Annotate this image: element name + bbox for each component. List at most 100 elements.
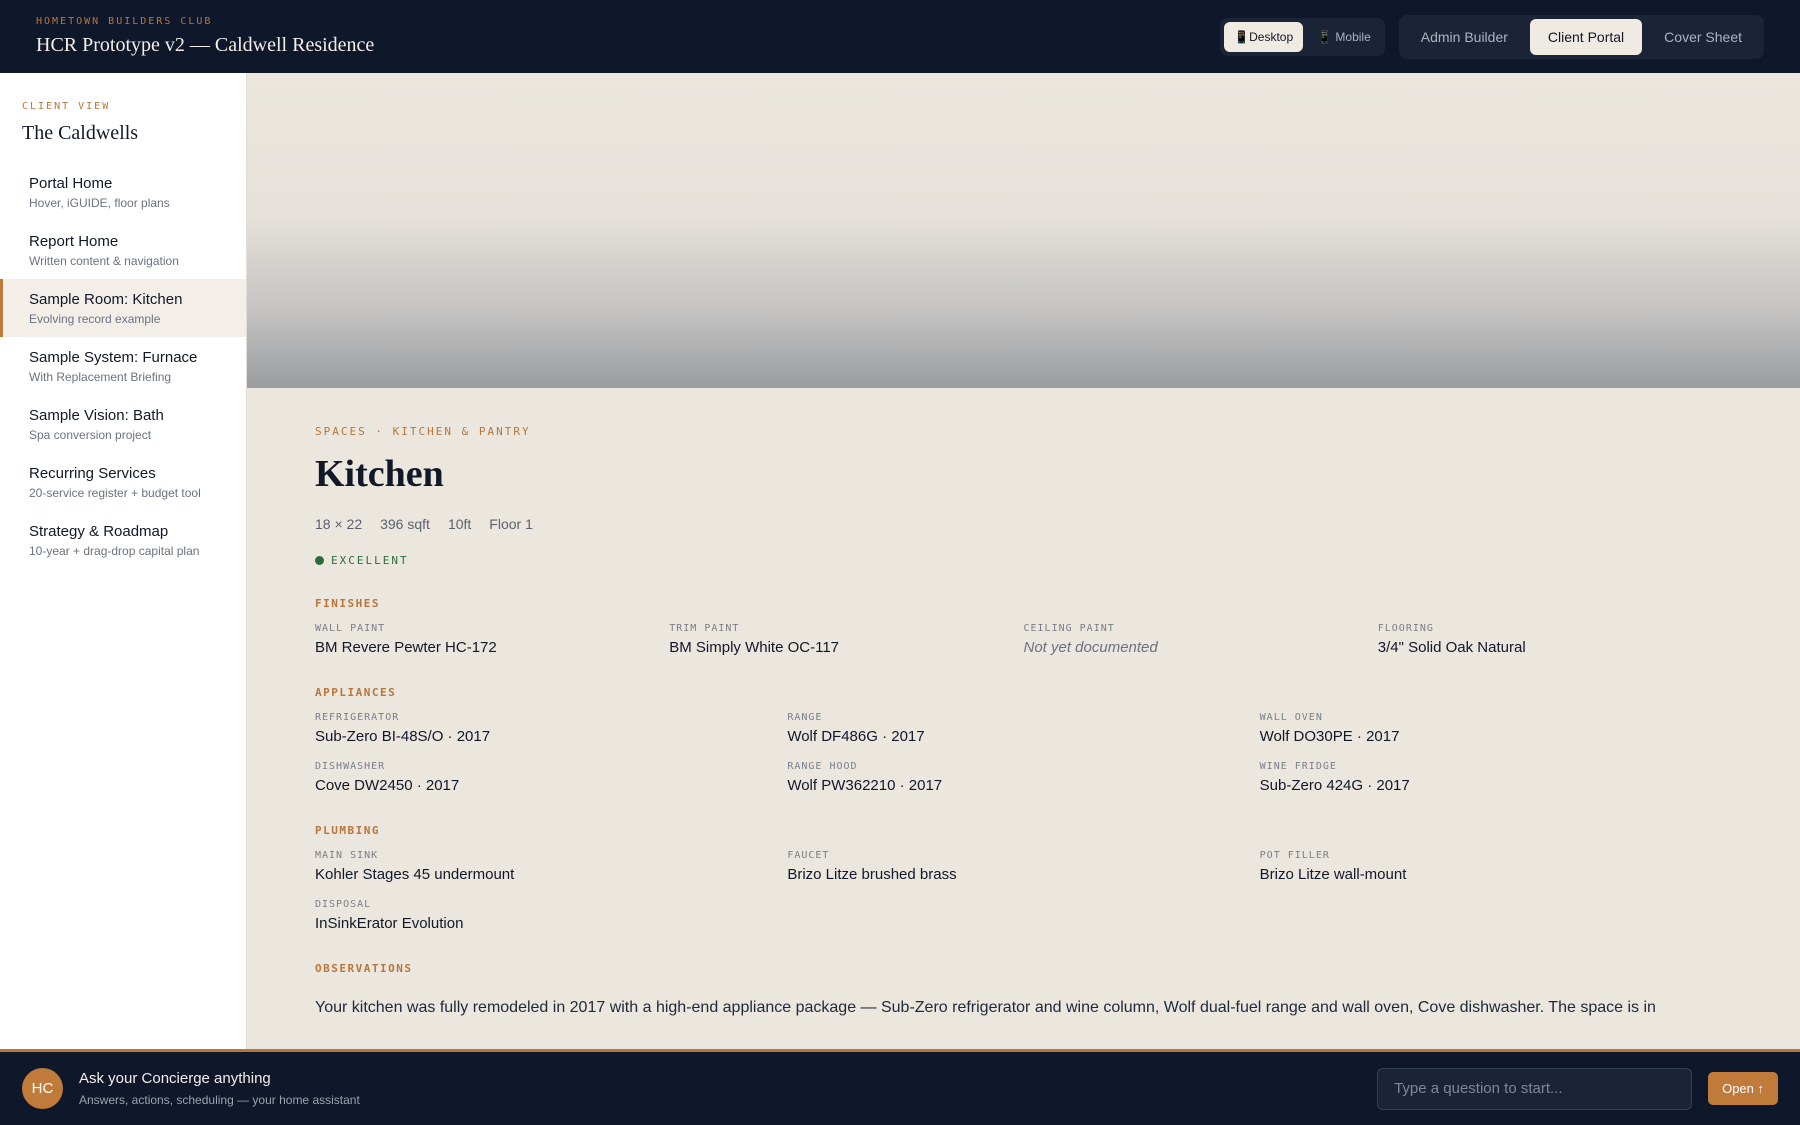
field-label: WALL PAINT bbox=[315, 623, 386, 634]
room-floor: Floor 1 bbox=[489, 516, 533, 532]
sidebar-kicker: CLIENT VIEW bbox=[22, 101, 111, 112]
field-value: Sub-Zero 424G · 2017 bbox=[1259, 777, 1410, 794]
sidebar-item-subtitle: Evolving record example bbox=[29, 312, 161, 326]
sidebar-item-title: Report Home bbox=[29, 233, 119, 250]
mobile-toggle-button[interactable]: 📱 Mobile bbox=[1307, 22, 1381, 52]
field-value: Sub-Zero BI-48S/O · 2017 bbox=[315, 728, 491, 745]
field-label: WALL OVEN bbox=[1259, 712, 1323, 723]
field-pot-filler: POT FILLER Brizo Litze wall-mount bbox=[1260, 850, 1732, 883]
top-controls: 📱Desktop 📱 Mobile Admin Builder Client P… bbox=[1220, 14, 1764, 59]
brand: HOMETOWN BUILDERS CLUB HCR Prototype v2 … bbox=[36, 16, 374, 57]
field-label: CEILING PAINT bbox=[1023, 623, 1115, 634]
view-tabs: Admin Builder Client Portal Cover Sheet bbox=[1398, 14, 1764, 59]
field-value: Kohler Stages 45 undermount bbox=[315, 866, 515, 883]
sidebar-item-furnace[interactable]: Sample System: Furnace With Replacement … bbox=[0, 337, 246, 395]
field-value: Wolf DO30PE · 2017 bbox=[1259, 728, 1400, 745]
field-flooring: FLOORING 3/4" Solid Oak Natural bbox=[1378, 623, 1732, 656]
sidebar-item-title: Strategy & Roadmap bbox=[29, 523, 169, 540]
field-value: Wolf DF486G · 2017 bbox=[787, 728, 925, 745]
main-content: SPACES · KITCHEN & PANTRY Kitchen 18 × 2… bbox=[247, 73, 1800, 1049]
client-name: The Caldwells bbox=[22, 122, 139, 144]
field-value: Wolf PW362210 · 2017 bbox=[787, 777, 943, 794]
field-label: POT FILLER bbox=[1259, 850, 1330, 861]
room-ceiling-height: 10ft bbox=[447, 516, 472, 532]
field-dishwasher: DISHWASHER Cove DW2450 · 2017 bbox=[315, 761, 787, 794]
field-value: Brizo Litze brushed brass bbox=[787, 866, 957, 883]
observations-text: Your kitchen was fully remodeled in 2017… bbox=[315, 999, 1656, 1016]
field-refrigerator: REFRIGERATOR Sub-Zero BI-48S/O · 2017 bbox=[315, 712, 787, 745]
field-label: DISHWASHER bbox=[315, 761, 386, 772]
field-value: Not yet documented bbox=[1023, 639, 1158, 656]
sidebar-item-subtitle: 10-year + drag-drop capital plan bbox=[29, 544, 200, 558]
sidebar-item-strategy-roadmap[interactable]: Strategy & Roadmap 10-year + drag-drop c… bbox=[0, 511, 246, 569]
sidebar-item-recurring-services[interactable]: Recurring Services 20-service register +… bbox=[0, 453, 246, 511]
sidebar-item-subtitle: Hover, iGUIDE, floor plans bbox=[29, 196, 170, 210]
tab-client-portal[interactable]: Client Portal bbox=[1529, 18, 1643, 55]
room-hero-image bbox=[247, 73, 1800, 388]
tab-cover-sheet[interactable]: Cover Sheet bbox=[1646, 19, 1760, 55]
field-faucet: FAUCET Brizo Litze brushed brass bbox=[787, 850, 1259, 883]
finishes-grid: WALL PAINT BM Revere Pewter HC-172 TRIM … bbox=[315, 623, 1732, 656]
concierge-question-input[interactable] bbox=[1377, 1067, 1693, 1110]
sidebar-item-portal-home[interactable]: Portal Home Hover, iGUIDE, floor plans bbox=[0, 163, 246, 221]
concierge-title: Ask your Concierge anything bbox=[79, 1070, 271, 1087]
field-wine-fridge: WINE FRIDGE Sub-Zero 424G · 2017 bbox=[1260, 761, 1732, 794]
org-name: HOMETOWN BUILDERS CLUB bbox=[36, 16, 213, 27]
tab-admin-builder[interactable]: Admin Builder bbox=[1403, 19, 1526, 55]
concierge-open-button[interactable]: Open ↑ bbox=[1708, 1072, 1778, 1105]
sidebar-item-title: Sample System: Furnace bbox=[29, 349, 198, 366]
breadcrumb: SPACES · KITCHEN & PANTRY bbox=[315, 425, 531, 438]
sidebar-item-subtitle: Written content & navigation bbox=[29, 254, 179, 268]
status-dot-icon bbox=[315, 556, 324, 565]
status-badge: EXCELLENT bbox=[315, 554, 1732, 567]
room-meta: 18 × 22 396 sqft 10ft Floor 1 bbox=[315, 516, 1732, 532]
room-record: SPACES · KITCHEN & PANTRY Kitchen 18 × 2… bbox=[247, 388, 1800, 1021]
field-label: MAIN SINK bbox=[315, 850, 379, 861]
sidebar-item-report-home[interactable]: Report Home Written content & navigation bbox=[0, 221, 246, 279]
finishes-heading: FINISHES bbox=[315, 597, 380, 610]
field-label: WINE FRIDGE bbox=[1259, 761, 1337, 772]
app-title: HCR Prototype v2 — Caldwell Residence bbox=[36, 34, 375, 56]
sidebar-item-subtitle: Spa conversion project bbox=[29, 428, 152, 442]
field-label: FLOORING bbox=[1377, 623, 1434, 634]
room-area: 396 sqft bbox=[380, 516, 430, 532]
field-label: DISPOSAL bbox=[315, 899, 372, 910]
field-value: Cove DW2450 · 2017 bbox=[315, 777, 460, 794]
field-label: RANGE HOOD bbox=[787, 761, 858, 772]
field-main-sink: MAIN SINK Kohler Stages 45 undermount bbox=[315, 850, 787, 883]
sidebar-item-subtitle: With Replacement Briefing bbox=[29, 370, 172, 384]
avatar: HC bbox=[22, 1068, 63, 1109]
desktop-toggle-button[interactable]: 📱Desktop bbox=[1224, 21, 1304, 52]
device-toggle: 📱Desktop 📱 Mobile bbox=[1220, 17, 1385, 56]
page-title: Kitchen bbox=[315, 453, 444, 495]
concierge-text: Ask your Concierge anything Answers, act… bbox=[79, 1070, 360, 1107]
field-value: BM Simply White OC-117 bbox=[669, 639, 840, 656]
field-range-hood: RANGE HOOD Wolf PW362210 · 2017 bbox=[787, 761, 1259, 794]
field-trim-paint: TRIM PAINT BM Simply White OC-117 bbox=[669, 623, 1023, 656]
field-label: REFRIGERATOR bbox=[315, 712, 400, 723]
appliances-heading: APPLIANCES bbox=[315, 686, 397, 699]
field-value: BM Revere Pewter HC-172 bbox=[315, 639, 497, 656]
sidebar-item-bath[interactable]: Sample Vision: Bath Spa conversion proje… bbox=[0, 395, 246, 453]
sidebar-item-subtitle: 20-service register + budget tool bbox=[29, 486, 201, 500]
sidebar-item-kitchen[interactable]: Sample Room: Kitchen Evolving record exa… bbox=[0, 279, 246, 337]
field-range: RANGE Wolf DF486G · 2017 bbox=[787, 712, 1259, 745]
field-value: Brizo Litze wall-mount bbox=[1259, 866, 1407, 883]
field-value: InSinkErator Evolution bbox=[315, 915, 464, 932]
sidebar-nav: Portal Home Hover, iGUIDE, floor plans R… bbox=[0, 163, 246, 569]
field-label: RANGE bbox=[787, 712, 823, 723]
sidebar-item-title: Sample Room: Kitchen bbox=[29, 291, 183, 308]
sidebar: CLIENT VIEW The Caldwells Portal Home Ho… bbox=[0, 73, 247, 1049]
top-bar: HOMETOWN BUILDERS CLUB HCR Prototype v2 … bbox=[0, 0, 1800, 73]
plumbing-heading: PLUMBING bbox=[315, 824, 380, 837]
field-disposal: DISPOSAL InSinkErator Evolution bbox=[315, 899, 787, 932]
sidebar-item-title: Portal Home bbox=[29, 175, 113, 192]
status-label: EXCELLENT bbox=[331, 554, 409, 567]
room-dimensions: 18 × 22 bbox=[315, 516, 363, 532]
concierge-subtitle: Answers, actions, scheduling — your home… bbox=[79, 1093, 360, 1107]
field-wall-oven: WALL OVEN Wolf DO30PE · 2017 bbox=[1260, 712, 1732, 745]
observations-heading: OBSERVATIONS bbox=[315, 962, 413, 975]
sidebar-item-title: Sample Vision: Bath bbox=[29, 407, 164, 424]
field-ceiling-paint: CEILING PAINT Not yet documented bbox=[1024, 623, 1378, 656]
plumbing-grid: MAIN SINK Kohler Stages 45 undermount FA… bbox=[315, 850, 1732, 932]
